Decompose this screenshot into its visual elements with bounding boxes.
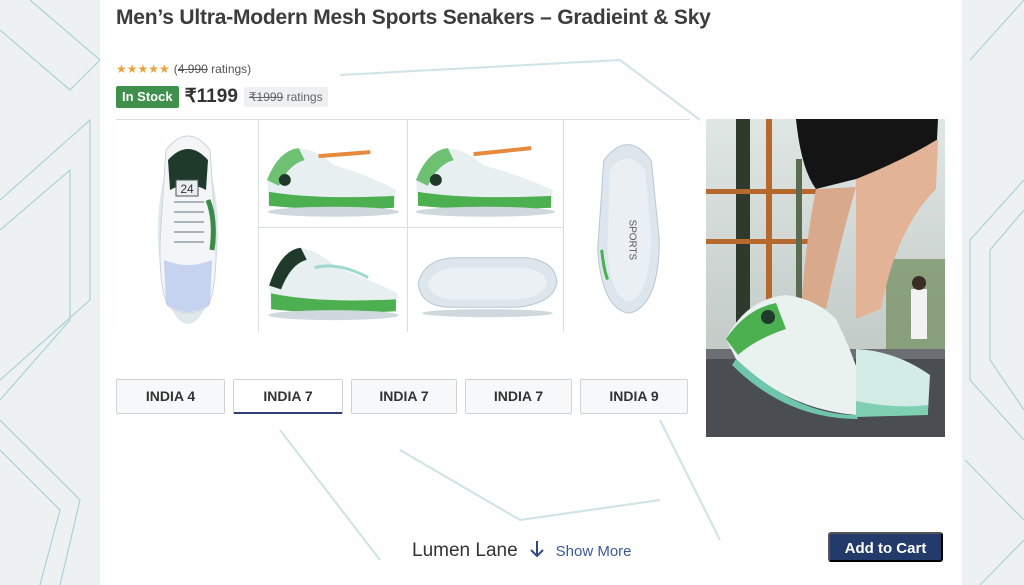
gallery-image-4[interactable]: SPORTS — [563, 120, 690, 332]
gallery-image-1[interactable]: 24 — [116, 120, 258, 332]
mrp-box: ₹1999 ratings — [243, 86, 328, 107]
size-option-india-4[interactable]: INDIA 4 — [116, 379, 225, 414]
star-icon: ★★★★★ — [116, 62, 170, 76]
ratings-count[interactable]: (4.990 ratings) — [174, 62, 251, 76]
stock-badge: In Stock — [116, 85, 179, 108]
size-option-india-9[interactable]: INDIA 9 — [580, 379, 688, 414]
show-more-link[interactable]: Show More — [556, 543, 632, 560]
shoe-sole-side-view-icon — [417, 257, 558, 318]
gallery-image-2[interactable] — [258, 120, 407, 227]
rating-row: ★★★★★ (4.990 ratings) — [116, 62, 251, 76]
shoe-top-view-icon: 24 — [158, 135, 218, 324]
mrp-price: ₹1999 — [248, 89, 284, 104]
brand-name: Lumen Lane — [412, 540, 518, 561]
size-option-india-7-selected[interactable]: INDIA 7 — [233, 379, 343, 414]
price-row: In Stock ₹1199 ₹1999 ratings — [116, 85, 328, 108]
image-gallery: 24 SPORTS — [116, 119, 690, 332]
lifestyle-photo[interactable] — [706, 119, 945, 437]
product-card: Men’s Ultra-Modern Mesh Sports Senakers … — [100, 0, 962, 585]
size-option-india-7-b[interactable]: INDIA 7 — [465, 379, 572, 414]
shoe-sole-view-icon: SPORTS — [597, 144, 660, 314]
brand-footer: Lumen Lane Show More — [412, 539, 632, 563]
star-rating-icon: ★★★★★ — [116, 62, 170, 76]
gallery-image-3[interactable] — [407, 120, 563, 227]
mrp-suffix: ratings — [283, 89, 323, 104]
size-option-india-7[interactable]: INDIA 7 — [351, 379, 457, 414]
shoe-number-label: 24 — [180, 182, 194, 196]
ratings-number: 4.990 — [177, 62, 208, 76]
shoe-side-view-alt-icon — [268, 247, 399, 321]
add-to-cart-button[interactable]: Add to Cart — [828, 532, 943, 562]
gallery-image-6[interactable] — [407, 227, 563, 332]
product-title: Men’s Ultra-Modern Mesh Sports Senakers … — [116, 6, 711, 29]
gallery-image-5[interactable] — [258, 227, 407, 332]
sole-brand-label: SPORTS — [626, 220, 637, 261]
ratings-label: ratings) — [207, 62, 252, 76]
shoe-side-view-tag-icon — [415, 146, 556, 217]
size-selector: INDIA 4 INDIA 7 INDIA 7 INDIA 7 INDIA 9 — [116, 379, 688, 414]
arrow-down-icon[interactable] — [528, 539, 546, 563]
price: ₹1199 — [184, 86, 238, 107]
runner-photo-icon — [706, 119, 945, 437]
shoe-side-view-icon — [266, 148, 400, 217]
